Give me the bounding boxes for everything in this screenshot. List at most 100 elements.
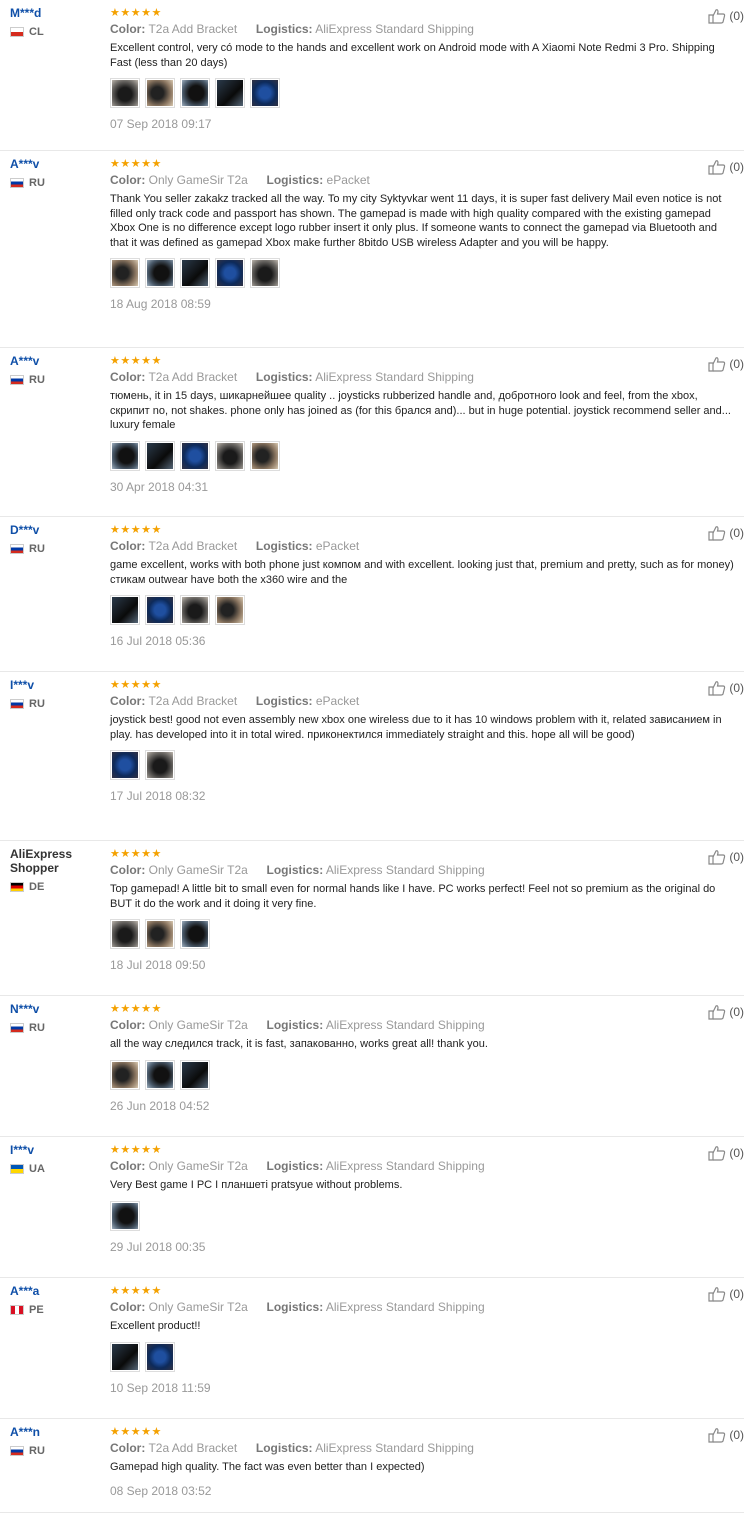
review-photos <box>110 440 740 471</box>
review-date: 10 Sep 2018 11:59 <box>110 1380 211 1395</box>
reviewer-country: RU <box>10 698 102 710</box>
helpful-button[interactable]: (0) <box>708 159 744 175</box>
gamepad-photo <box>147 80 173 106</box>
thumbs-up-icon <box>708 681 726 696</box>
review-photo-thumbnail[interactable] <box>145 1341 175 1372</box>
logistics-value: AliExpress Standard Shipping <box>325 1300 485 1314</box>
country-code: RU <box>29 177 45 189</box>
review-photo-thumbnail[interactable] <box>215 440 245 471</box>
gamepad-photo <box>112 1343 138 1370</box>
thumbs-up-icon <box>708 1287 726 1302</box>
logistics-label: Logistics: <box>255 370 313 384</box>
review-content: ★★★★★ Color: Only GameSir T2a Logistics:… <box>110 158 740 311</box>
helpful-count: (0) <box>729 357 744 371</box>
color-label: Color: <box>110 694 146 708</box>
helpful-button[interactable]: (0) <box>708 525 744 541</box>
review-content: ★★★★★ Color: T2a Add Bracket Logistics: … <box>110 1426 740 1498</box>
review-photo-thumbnail[interactable] <box>110 595 140 625</box>
reviewer-name[interactable]: N***v <box>10 1002 102 1016</box>
review-photo-thumbnail[interactable] <box>110 1059 140 1090</box>
gamepad-photo <box>217 80 243 106</box>
review-item: A***v RU ★★★★★ Color: Only GameSir T2a L… <box>0 151 744 348</box>
helpful-count: (0) <box>729 1005 744 1019</box>
review-photo-thumbnail[interactable] <box>145 78 175 108</box>
reviewer-name[interactable]: A***v <box>10 157 102 171</box>
helpful-button[interactable]: (0) <box>708 8 744 24</box>
logistics-label: Logistics: <box>266 1159 324 1173</box>
reviewer-country: DE <box>10 881 102 893</box>
color-value: T2a Add Bracket <box>148 370 238 384</box>
review-photo-thumbnail[interactable] <box>145 1059 175 1090</box>
review-meta: Color: T2a Add Bracket Logistics: AliExp… <box>110 22 740 37</box>
country-code: RU <box>29 374 45 386</box>
logistics-label: Logistics: <box>255 694 313 708</box>
reviews-list: M***d CL ★★★★★ Color: T2a Add Bracket Lo… <box>0 0 752 1513</box>
reviewer-name[interactable]: I***v <box>10 1143 102 1157</box>
logistics-value: AliExpress Standard Shipping <box>315 1441 474 1455</box>
review-meta: Color: Only GameSir T2a Logistics: AliEx… <box>110 1300 740 1315</box>
helpful-button[interactable]: (0) <box>708 1004 744 1020</box>
review-photo-thumbnail[interactable] <box>215 595 245 625</box>
review-photo-thumbnail[interactable] <box>180 258 210 288</box>
review-photo-thumbnail[interactable] <box>250 440 280 471</box>
review-photo-thumbnail[interactable] <box>145 595 175 625</box>
reviewer-name[interactable]: M***d <box>10 6 102 20</box>
review-photo-thumbnail[interactable] <box>180 919 210 949</box>
review-photo-thumbnail[interactable] <box>110 440 140 471</box>
helpful-button[interactable]: (0) <box>708 849 744 865</box>
review-content: ★★★★★ Color: Only GameSir T2a Logistics:… <box>110 1285 740 1395</box>
review-photo-thumbnail[interactable] <box>145 258 175 288</box>
review-photo-thumbnail[interactable] <box>110 750 140 780</box>
star-rating: ★★★★★ <box>110 1144 162 1156</box>
review-text: Very Best game I PC I планшеті pratsyue … <box>110 1179 403 1191</box>
reviewer-country: RU <box>10 374 102 386</box>
country-flag-icon <box>10 544 24 554</box>
review-photo-thumbnail[interactable] <box>215 78 245 108</box>
review-meta: Color: T2a Add Bracket Logistics: ePacke… <box>110 539 740 554</box>
helpful-button[interactable]: (0) <box>708 680 744 696</box>
helpful-count: (0) <box>729 1287 744 1301</box>
review-item: A***n RU ★★★★★ Color: T2a Add Bracket Lo… <box>0 1419 744 1513</box>
logistics-value: ePacket <box>326 173 370 187</box>
reviewer-name[interactable]: A***a <box>10 1284 102 1298</box>
review-photo-thumbnail[interactable] <box>145 750 175 780</box>
review-photo-thumbnail[interactable] <box>110 258 140 288</box>
reviewer-name[interactable]: D***v <box>10 523 102 537</box>
review-photo-thumbnail[interactable] <box>250 258 280 288</box>
reviewer-name[interactable]: A***n <box>10 1425 102 1439</box>
review-item: A***a PE ★★★★★ Color: Only GameSir T2a L… <box>0 1278 744 1419</box>
review-photo-thumbnail[interactable] <box>180 1059 210 1090</box>
review-photo-thumbnail[interactable] <box>180 440 210 471</box>
thumbs-up-icon <box>708 1005 726 1020</box>
reviewer-name[interactable]: I***v <box>10 678 102 692</box>
helpful-button[interactable]: (0) <box>708 1145 744 1161</box>
country-code: RU <box>29 543 45 555</box>
review-photo-thumbnail[interactable] <box>145 440 175 471</box>
review-photo-thumbnail[interactable] <box>180 595 210 625</box>
review-photo-thumbnail[interactable] <box>110 1341 140 1372</box>
helpful-button[interactable]: (0) <box>708 356 744 372</box>
review-photo-thumbnail[interactable] <box>110 919 140 949</box>
reviewer-country: PE <box>10 1304 102 1316</box>
color-value: T2a Add Bracket <box>148 22 238 36</box>
review-photo-thumbnail[interactable] <box>215 258 245 288</box>
review-meta: Color: Only GameSir T2a Logistics: AliEx… <box>110 863 740 878</box>
reviewer-name[interactable]: A***v <box>10 354 102 368</box>
gamepad-photo <box>112 1202 138 1229</box>
gamepad-photo <box>112 597 138 623</box>
thumbs-up-icon <box>708 9 726 24</box>
gamepad-photo <box>182 442 208 469</box>
review-photo-thumbnail[interactable] <box>250 78 280 108</box>
review-photo-thumbnail[interactable] <box>110 78 140 108</box>
review-photos <box>110 1059 740 1090</box>
thumbs-up-icon <box>708 850 726 865</box>
helpful-button[interactable]: (0) <box>708 1286 744 1302</box>
helpful-button[interactable]: (0) <box>708 1427 744 1443</box>
review-photo-thumbnail[interactable] <box>110 1200 140 1231</box>
review-photo-thumbnail[interactable] <box>180 78 210 108</box>
gamepad-photo <box>147 1343 173 1370</box>
gamepad-photo <box>217 260 243 286</box>
reviewer-name[interactable]: AliExpress Shopper <box>10 847 102 875</box>
review-photo-thumbnail[interactable] <box>145 919 175 949</box>
gamepad-photo <box>182 597 208 623</box>
